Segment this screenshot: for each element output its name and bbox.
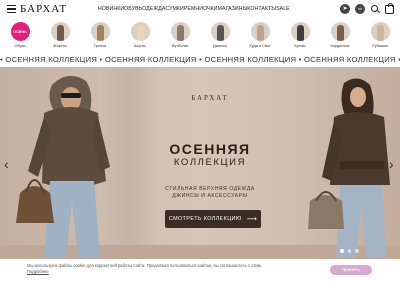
- category-thumb: ОСЕНЬ: [10, 22, 30, 41]
- slider-dot[interactable]: [355, 249, 359, 253]
- search-icon[interactable]: [370, 4, 380, 14]
- cookie-banner: Мы используем файлы cookie для корректно…: [0, 259, 400, 281]
- nav-item-stores[interactable]: МАГАЗИНЫ: [218, 6, 248, 12]
- category-item-trench[interactable]: Тренчи: [82, 22, 118, 48]
- cart-icon[interactable]: [385, 3, 394, 14]
- model-photo-left: [16, 75, 110, 257]
- cookie-text: Мы используем файлы cookie для корректно…: [27, 263, 262, 268]
- nav-item-bags[interactable]: СУМКИ: [165, 6, 183, 12]
- slider-dots: [340, 249, 359, 253]
- category-thumb: [210, 22, 230, 41]
- cookie-text-block: Мы используем файлы cookie для корректно…: [27, 263, 317, 275]
- slider-dot[interactable]: [340, 249, 344, 253]
- hero-banner: БАРХАТ ОСЕННЯЯ КОЛЛЕКЦИЯ СТИЛЬНАЯ ВЕРХНЯ…: [0, 67, 400, 259]
- category-label: Брюки: [294, 44, 306, 48]
- hero-title-line2: КОЛЛЕКЦИЯ: [173, 157, 247, 168]
- category-label: Футболки: [171, 44, 189, 48]
- logo[interactable]: БАРХАТ: [20, 3, 67, 15]
- hero-brand: БАРХАТ: [191, 95, 229, 102]
- category-item-jackets[interactable]: Жакеты: [42, 22, 78, 48]
- telegram-icon[interactable]: ➤: [340, 4, 350, 14]
- nav-item-new[interactable]: НОВИНКИ: [98, 6, 124, 12]
- next-slide-arrow[interactable]: ›: [389, 157, 394, 171]
- menu-icon[interactable]: [7, 5, 16, 13]
- prev-slide-arrow[interactable]: ‹: [4, 157, 9, 171]
- category-label: Худи и Свит: [249, 44, 271, 48]
- category-thumb: [290, 22, 310, 41]
- view-collection-button[interactable]: СМОТРЕТЬ КОЛЛЕКЦИЮ ⟶: [165, 210, 261, 228]
- category-thumb: [370, 22, 390, 41]
- category-label: Тренчи: [93, 44, 107, 48]
- category-stories: ОСЕНЬ Обувь Жакеты Тренчи Шорты Футболки…: [0, 22, 400, 54]
- nav-item-contacts[interactable]: КОНТАКТЫ: [247, 6, 276, 12]
- slider-dot[interactable]: [347, 249, 351, 253]
- main-nav: НОВИНКИ ОБУВЬ ОДЕЖДА СУМКИ РЕМНИ ОЧКИ МА…: [98, 6, 290, 12]
- model-photo-right: [308, 78, 390, 257]
- nav-item-shoes[interactable]: ОБУВЬ: [124, 6, 142, 12]
- category-item-cardigans[interactable]: Кардиганы: [322, 22, 358, 48]
- category-thumb: [90, 22, 110, 41]
- category-item-shirts[interactable]: Рубашки: [362, 22, 398, 48]
- category-item-tshirts[interactable]: Футболки: [162, 22, 198, 48]
- category-label: Джинсы: [213, 44, 227, 48]
- view-collection-label: СМОТРЕТЬ КОЛЛЕКЦИЮ: [168, 216, 242, 222]
- category-thumb: [50, 22, 70, 41]
- cookie-more-link[interactable]: Подробнее: [27, 269, 49, 274]
- category-thumb: [250, 22, 270, 41]
- category-label: Кардиганы: [330, 44, 350, 48]
- nav-item-sale[interactable]: SALE: [276, 6, 290, 12]
- category-item-shorts[interactable]: Шорты: [122, 22, 158, 48]
- category-thumb: [130, 22, 150, 41]
- hero-subtitle: СТИЛЬНАЯ ВЕРХНЯЯ ОДЕЖДА ДЖИНСЫ И АКСЕССУ…: [140, 186, 280, 200]
- category-item-shoes[interactable]: ОСЕНЬ Обувь: [2, 22, 38, 48]
- vk-icon[interactable]: vk: [355, 4, 365, 14]
- marquee-banner: • ОСЕННЯЯ КОЛЛЕКЦИЯ • ОСЕННЯЯ КОЛЛЕКЦИЯ …: [0, 55, 400, 65]
- category-item-jeans[interactable]: Джинсы: [202, 22, 238, 48]
- category-thumb: [170, 22, 190, 41]
- nav-item-glasses[interactable]: ОЧКИ: [203, 6, 218, 12]
- category-item-trousers[interactable]: Брюки: [282, 22, 318, 48]
- marquee-text: • ОСЕННЯЯ КОЛЛЕКЦИЯ • ОСЕННЯЯ КОЛЛЕКЦИЯ …: [0, 55, 400, 64]
- header-icons: ➤ vk: [340, 3, 394, 14]
- category-label: Рубашки: [372, 44, 388, 48]
- category-label: Шорты: [133, 44, 147, 48]
- nav-item-belts[interactable]: РЕМНИ: [184, 6, 203, 12]
- accept-cookies-button[interactable]: Принять: [330, 265, 372, 275]
- category-label: Обувь: [14, 44, 26, 48]
- site-header: БАРХАТ НОВИНКИ ОБУВЬ ОДЕЖДА СУМКИ РЕМНИ …: [0, 0, 400, 20]
- category-item-hoodies[interactable]: Худи и Свит: [242, 22, 278, 48]
- hero-subtitle-line1: СТИЛЬНАЯ ВЕРХНЯЯ ОДЕЖДА: [165, 186, 255, 192]
- arrow-right-icon: ⟶: [246, 216, 258, 223]
- category-thumb: [330, 22, 350, 41]
- hero-subtitle-line2: ДЖИНСЫ И АКСЕССУАРЫ: [172, 193, 248, 199]
- nav-item-clothing[interactable]: ОДЕЖДА: [142, 6, 165, 12]
- category-label: Жакеты: [53, 44, 67, 48]
- hero-title-line1: ОСЕННЯЯ: [169, 141, 251, 157]
